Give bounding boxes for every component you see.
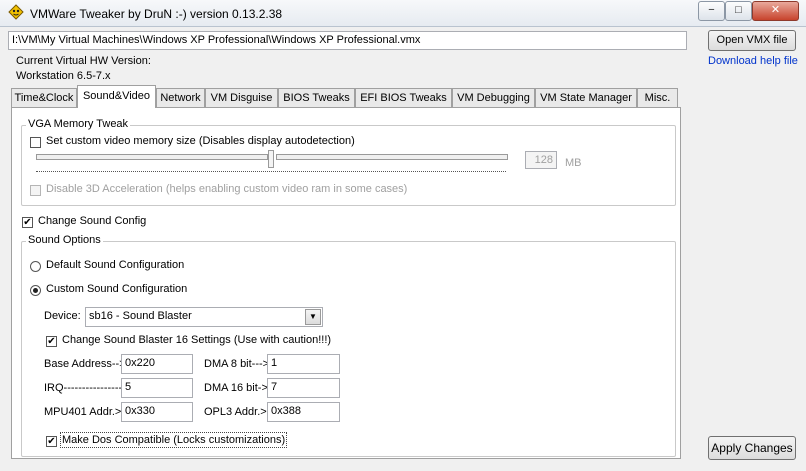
disable-3d-label: Disable 3D Acceleration (helps enabling …	[46, 183, 408, 195]
dma16-label: DMA 16 bit->	[204, 382, 268, 394]
base-address-input[interactable]: 0x220	[121, 354, 193, 374]
base-address-label: Base Address-->	[44, 358, 126, 370]
open-vmx-button[interactable]: Open VMX file	[708, 30, 796, 51]
irq-label: IRQ---------------->	[44, 382, 129, 394]
dos-compatible-label: Make Dos Compatible (Locks customization…	[60, 432, 288, 448]
tab-label: Time&Clock	[14, 92, 74, 104]
title-bar: VMWare Tweaker by DruN :-) version 0.13.…	[0, 0, 806, 27]
video-memory-slider-track[interactable]	[36, 154, 268, 160]
tab-label: VM Debugging	[457, 92, 530, 104]
close-icon: ✕	[770, 4, 781, 16]
dma8-label: DMA 8 bit--->	[204, 358, 270, 370]
sound-group-title: Sound Options	[26, 234, 103, 246]
custom-sound-radio[interactable]	[30, 285, 41, 296]
device-label: Device:	[44, 310, 81, 322]
custom-video-memory-checkbox[interactable]	[30, 137, 41, 148]
vga-group-title: VGA Memory Tweak	[26, 118, 131, 130]
dos-compatible-checkbox[interactable]: ✔	[46, 436, 57, 447]
tab-vm-state-manager[interactable]: VM State Manager	[535, 88, 637, 107]
tab-vm-debugging[interactable]: VM Debugging	[452, 88, 535, 107]
maximize-button[interactable]: □	[725, 1, 752, 21]
close-button[interactable]: ✕	[752, 1, 799, 21]
device-select[interactable]: sb16 - Sound Blaster	[85, 307, 323, 327]
hw-version-label: Current Virtual HW Version:	[16, 55, 151, 67]
open-vmx-label: Open VMX file	[716, 34, 788, 46]
video-memory-value[interactable]: 128	[525, 151, 557, 169]
vmx-path-field[interactable]: I:\VM\My Virtual Machines\Windows XP Pro…	[8, 31, 687, 50]
tab-vm-disguise[interactable]: VM Disguise	[205, 88, 278, 107]
tab-label: Misc.	[644, 92, 671, 104]
dma8-input[interactable]: 1	[267, 354, 340, 374]
video-memory-unit: MB	[565, 157, 582, 169]
tab-time-clock[interactable]: Time&Clock	[11, 88, 77, 107]
tab-bios-tweaks[interactable]: BIOS Tweaks	[278, 88, 355, 107]
download-help-link[interactable]: Download help file	[708, 55, 798, 67]
minimize-button[interactable]: −	[698, 1, 725, 21]
slider-ticks	[36, 171, 506, 172]
sound-options-group	[21, 241, 676, 457]
hw-version-value: Workstation 6.5-7.x	[16, 70, 111, 82]
default-sound-label: Default Sound Configuration	[46, 259, 185, 271]
sb16-settings-label: Change Sound Blaster 16 Settings (Use wi…	[62, 334, 332, 346]
app-icon	[8, 4, 24, 20]
chevron-down-icon[interactable]: ▼	[305, 309, 321, 325]
apply-changes-label: Apply Changes	[711, 441, 793, 455]
tab-misc[interactable]: Misc.	[637, 88, 678, 107]
tab-sound-video[interactable]: Sound&Video	[77, 85, 156, 108]
opl3-input[interactable]: 0x388	[267, 402, 340, 422]
change-sound-config-label: Change Sound Config	[38, 215, 147, 227]
default-sound-radio[interactable]	[30, 261, 41, 272]
tab-network[interactable]: Network	[156, 88, 205, 107]
tab-label: VM Disguise	[210, 92, 273, 104]
opl3-label: OPL3 Addr.>	[204, 406, 267, 418]
dma16-input[interactable]: 7	[267, 378, 340, 398]
custom-video-memory-label: Set custom video memory size (Disables d…	[46, 135, 355, 147]
tab-label: Sound&Video	[82, 90, 151, 102]
mpu401-input[interactable]: 0x330	[121, 402, 193, 422]
tab-label: Network	[160, 92, 201, 104]
minimize-icon: −	[708, 4, 715, 16]
tab-label: VM State Manager	[540, 92, 632, 104]
disable-3d-checkbox[interactable]	[30, 185, 41, 196]
maximize-icon: □	[735, 4, 742, 16]
change-sound-config-checkbox[interactable]: ✔	[22, 217, 33, 228]
custom-sound-label: Custom Sound Configuration	[46, 283, 188, 295]
video-memory-slider-track-2[interactable]	[276, 154, 508, 160]
sb16-settings-checkbox[interactable]: ✔	[46, 336, 57, 347]
tab-label: BIOS Tweaks	[283, 92, 350, 104]
tab-label: EFI BIOS Tweaks	[360, 92, 447, 104]
slider-thumb[interactable]	[268, 150, 274, 168]
window-title: VMWare Tweaker by DruN :-) version 0.13.…	[30, 7, 283, 21]
mpu401-label: MPU401 Addr.>	[44, 406, 122, 418]
apply-changes-button[interactable]: Apply Changes	[708, 436, 796, 460]
device-select-value: sb16 - Sound Blaster	[89, 310, 192, 322]
irq-input[interactable]: 5	[121, 378, 193, 398]
tab-efi-bios-tweaks[interactable]: EFI BIOS Tweaks	[355, 88, 452, 107]
